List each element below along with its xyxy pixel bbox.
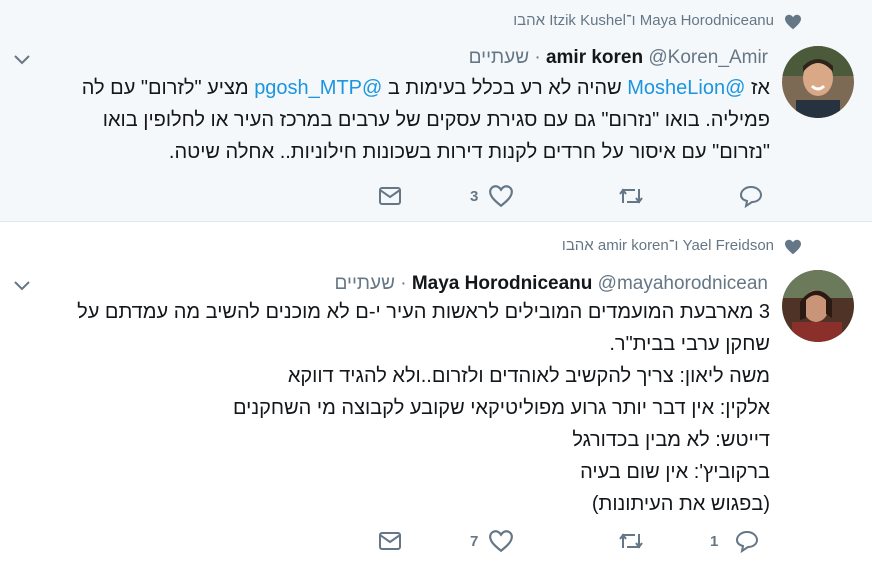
tweet-line: שחקן ערבי בבית"ר. [609, 333, 770, 355]
text-fragment: מציע "לזרום" עם לה [81, 77, 255, 99]
handle[interactable]: @Koren_Amir [648, 47, 768, 68]
reply-icon [736, 530, 759, 553]
tweet-line: 3 מארבעת המועמדים המובילים לראשות העיר י… [77, 301, 770, 323]
tweet-line: ברקוביץ': אין שום בעיה [580, 461, 770, 483]
chevron-down-icon[interactable] [12, 279, 32, 293]
tweet-line: (בפגוש את העיתונות) [591, 493, 770, 515]
mention-link[interactable]: @pgosh_MTP [254, 77, 382, 99]
retweet-icon [619, 533, 643, 549]
text-fragment: אז [745, 77, 770, 99]
retweet-button[interactable] [617, 526, 645, 556]
like-icon [489, 185, 514, 208]
heart-icon [785, 239, 801, 255]
like-icon [489, 530, 514, 553]
reply-icon [739, 185, 763, 208]
message-button[interactable] [378, 526, 402, 556]
tweet-header: amir koren @Koren_Amir · שעתיים [469, 47, 768, 69]
message-icon [379, 187, 401, 205]
tweet[interactable]: Yael Freidson ו־amir koren אהבו Maya Hor… [0, 223, 872, 561]
like-button[interactable]: 7 [470, 526, 514, 556]
tweet-line: פמיליה. בואו "נזרום" גם עם סגירת עסקים ש… [102, 109, 770, 131]
like-button[interactable]: 3 [470, 181, 514, 211]
display-name[interactable]: amir koren [546, 47, 643, 68]
tweet-text: 3 מארבעת המועמדים המובילים לראשות העיר י… [14, 296, 770, 520]
reply-button[interactable] [738, 181, 764, 211]
handle[interactable]: @mayahorodnicean [598, 273, 768, 294]
text-fragment: שהיה לא רע בכלל בעימות ב [382, 77, 628, 99]
tweet-line: "נזרום" עם איסור על חרדים לקנות דירות בש… [168, 141, 770, 163]
avatar[interactable] [782, 46, 854, 118]
liked-by-text: Yael Freidson ו־amir koren אהבו [561, 237, 774, 254]
retweet-icon [619, 188, 643, 204]
reply-count: 1 [710, 532, 719, 550]
liked-by-text: Maya Horodniceanu ו־Itzik Kushel אהבו [513, 12, 774, 29]
tweet-line: אלקין: אין דבר יותר גרוע מפוליטיקאי שקוב… [232, 397, 770, 419]
tweet-text: אז @MosheLion שהיה לא רע בכלל בעימות ב @… [14, 72, 770, 168]
mention-link[interactable]: @MosheLion [627, 77, 745, 99]
tweet-actions: 3 [0, 181, 872, 211]
separator: · [400, 273, 407, 294]
reply-button[interactable]: 1 [710, 526, 760, 556]
chevron-down-icon[interactable] [12, 53, 32, 67]
separator: · [534, 47, 541, 68]
tweet-line: אז @MosheLion שהיה לא רע בכלל בעימות ב @… [14, 72, 770, 104]
timestamp[interactable]: שעתיים [335, 273, 395, 294]
message-button[interactable] [378, 181, 402, 211]
tweet-line: משה ליאון: צריך להקשיב לאוהדים ולזרום..ו… [287, 365, 770, 387]
like-count: 3 [470, 187, 479, 205]
retweet-button[interactable] [617, 181, 645, 211]
timestamp[interactable]: שעתיים [469, 47, 529, 68]
message-icon [379, 532, 401, 550]
avatar[interactable] [782, 270, 854, 342]
heart-icon [785, 14, 801, 30]
tweet[interactable]: Maya Horodniceanu ו־Itzik Kushel אהבו am… [0, 0, 872, 222]
display-name[interactable]: Maya Horodniceanu [412, 273, 593, 294]
tweet-line: דייטש: לא מבין בכדורגל [572, 429, 770, 451]
like-count: 7 [470, 532, 479, 550]
tweet-actions: 7 1 [0, 526, 872, 556]
tweet-header: Maya Horodniceanu @mayahorodnicean · שעת… [335, 273, 769, 295]
